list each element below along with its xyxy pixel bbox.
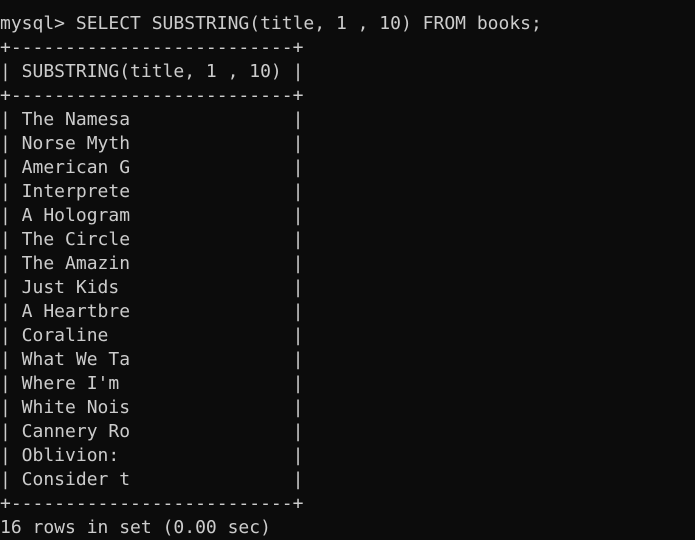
table-row: | A Hologram | [0,205,304,226]
command-line: mysql> SELECT SUBSTRING(title, 1 , 10) F… [0,12,695,36]
table-row: | American G | [0,157,304,178]
table-row: | Cannery Ro | [0,421,304,442]
table-row: | White Nois | [0,397,304,418]
table-row: | A Heartbre | [0,301,304,322]
table-border-top: +--------------------------+ [0,37,304,58]
column-header: | SUBSTRING(title, 1 , 10) | [0,61,304,82]
table-row: | Just Kids | [0,277,304,298]
table-row: | Where I'm | [0,373,304,394]
sql-command: SELECT SUBSTRING(title, 1 , 10) FROM boo… [75,13,542,34]
table-row: | Interprete | [0,181,304,202]
table-border-header: +--------------------------+ [0,85,304,106]
table-row: | Norse Myth | [0,133,304,154]
mysql-prompt: mysql> [0,13,76,34]
table-border-bottom: +--------------------------+ [0,493,304,514]
table-row: | The Namesa | [0,109,304,130]
terminal-output[interactable]: mysql> SELECT SUBSTRING(title, 1 , 10) F… [0,12,695,540]
table-row: | Oblivion: | [0,445,304,466]
table-row: | What We Ta | [0,349,304,370]
table-row: | The Circle | [0,229,304,250]
table-row: | Consider t | [0,469,304,490]
table-row: | The Amazin | [0,253,304,274]
result-summary: 16 rows in set (0.00 sec) [0,517,271,538]
table-row: | Coraline | [0,325,304,346]
